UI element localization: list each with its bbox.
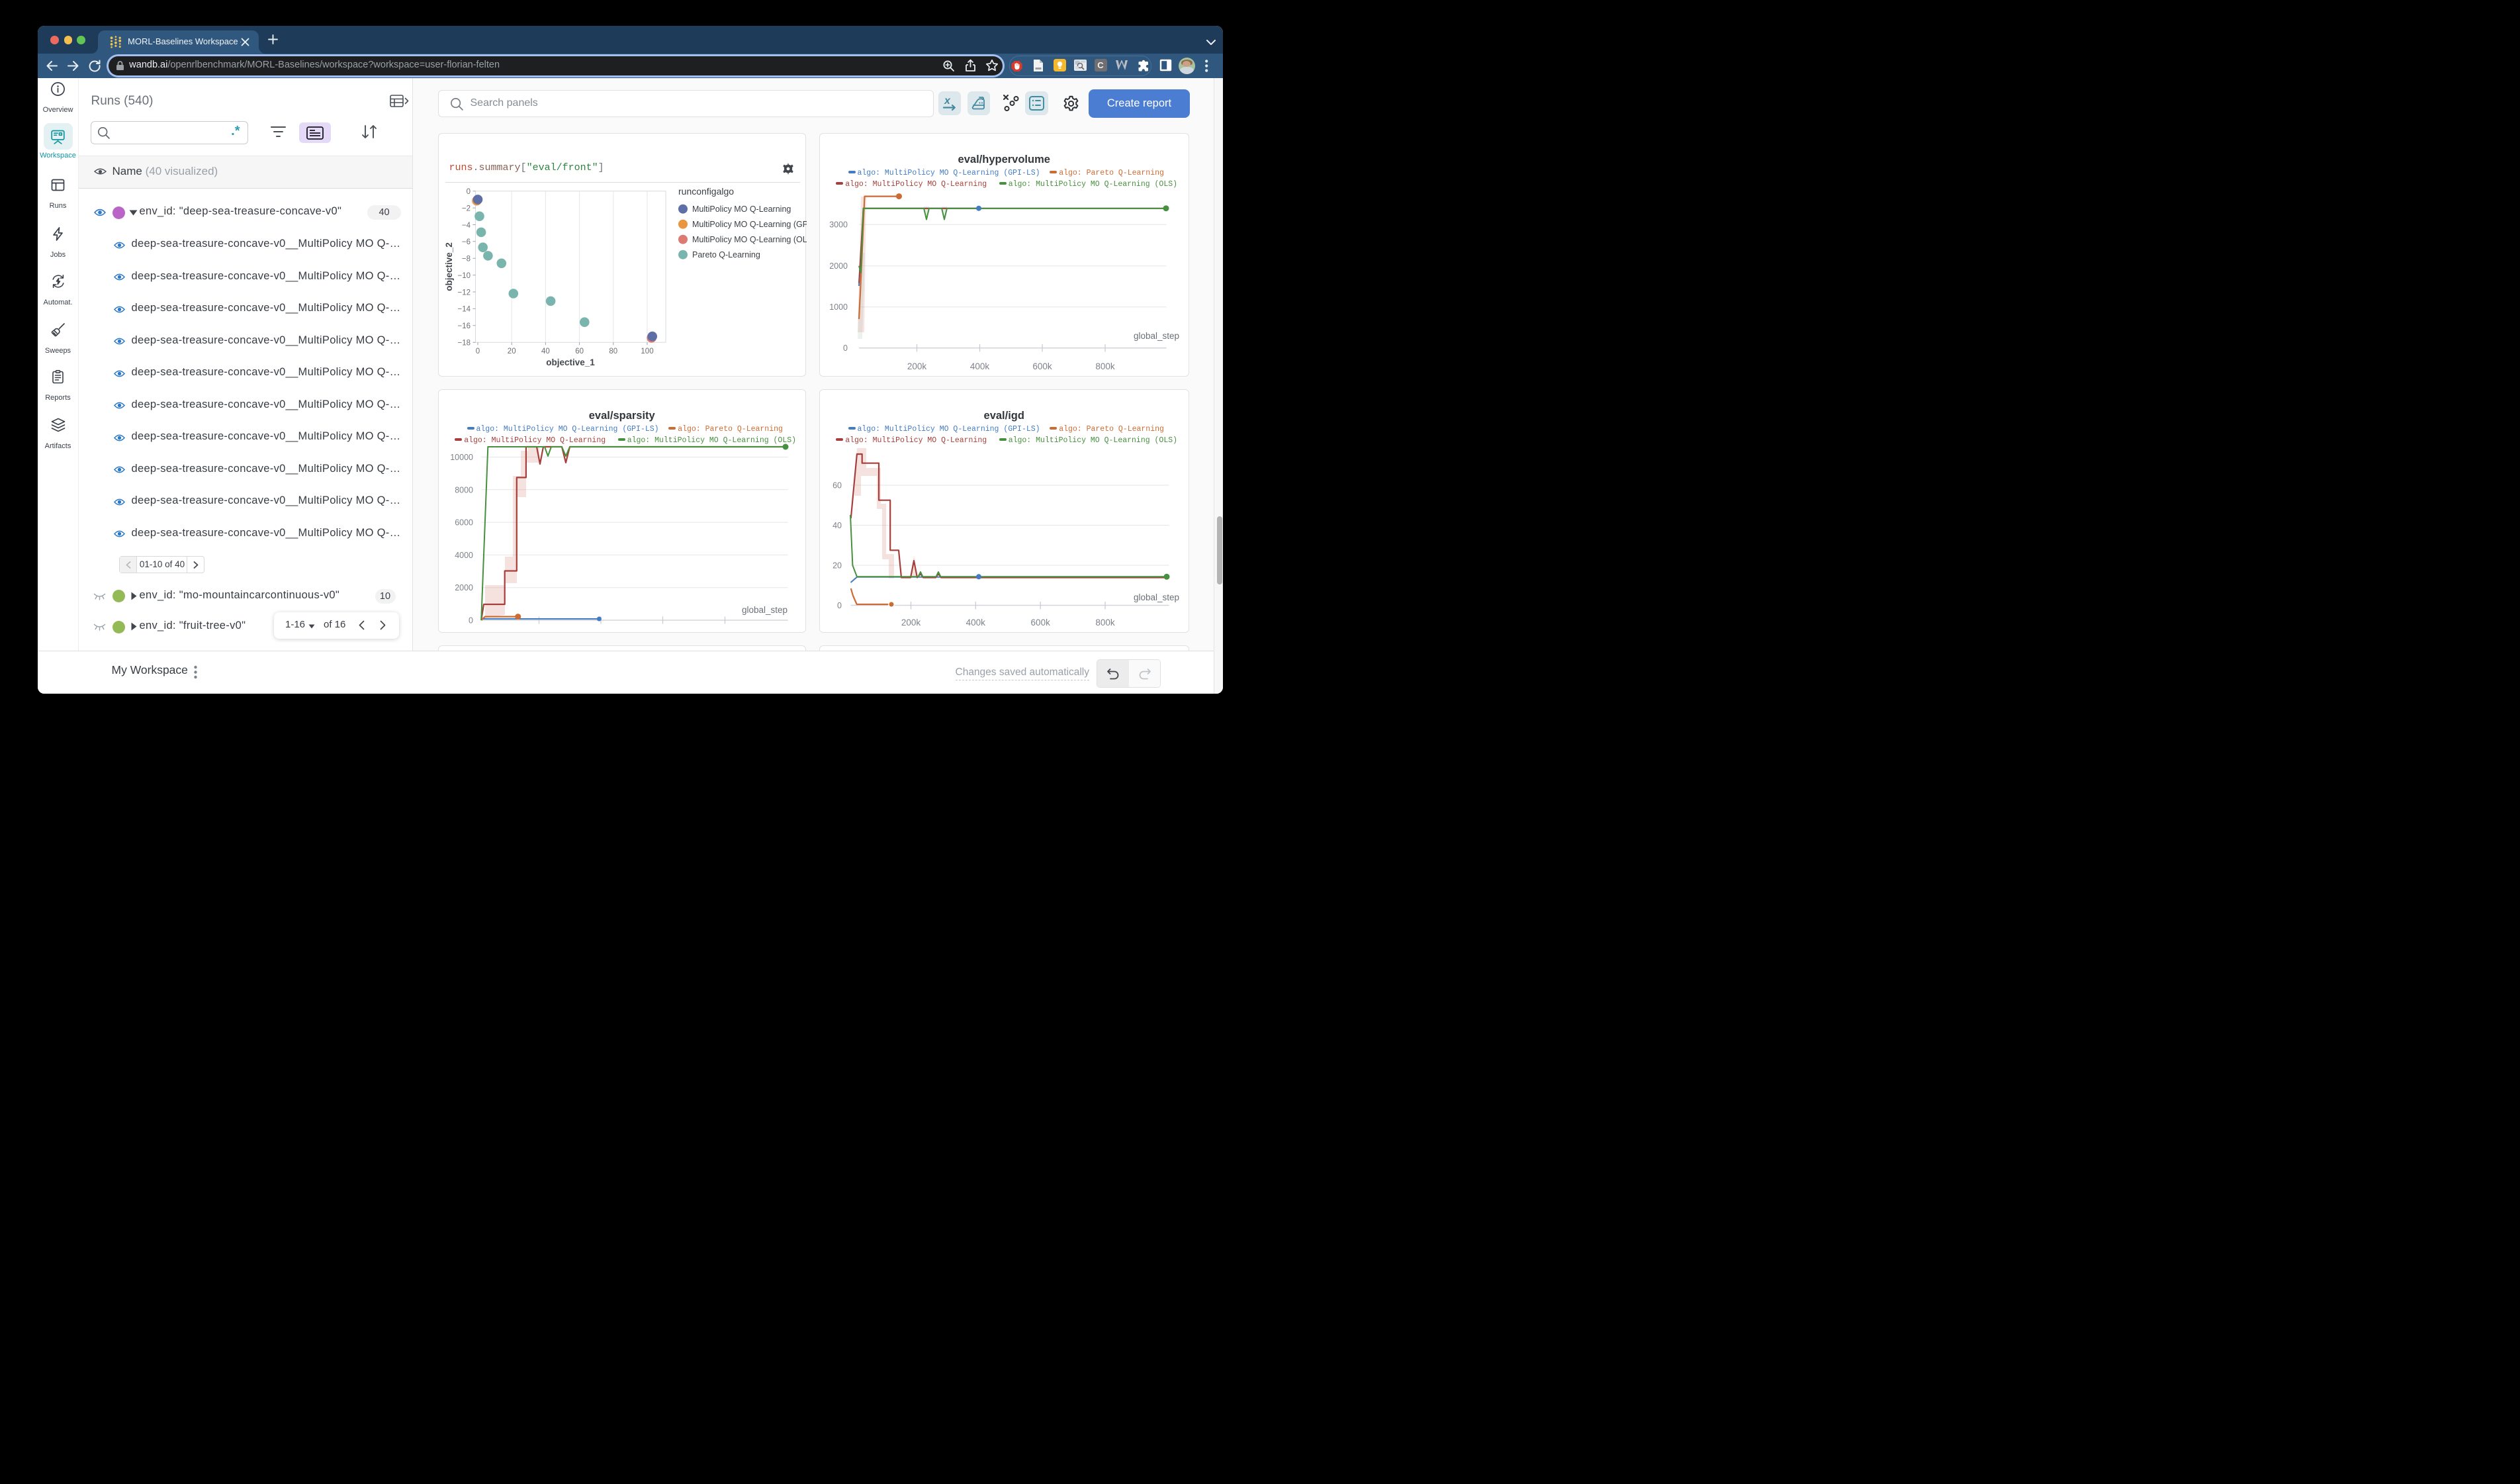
svg-text:200k: 200k — [907, 361, 926, 371]
svg-text:400k: 400k — [966, 618, 985, 627]
svg-text:10000: 10000 — [450, 453, 473, 462]
svg-text:400k: 400k — [969, 361, 989, 371]
svg-text:global_step: global_step — [1133, 331, 1179, 341]
svg-text:800k: 800k — [715, 632, 735, 633]
svg-text:0: 0 — [837, 601, 842, 610]
svg-text:40: 40 — [832, 521, 842, 530]
svg-text:60: 60 — [832, 481, 842, 490]
svg-text:MultiPolicy MO Q-Learning (OLS: MultiPolicy MO Q-Learning (OLS) — [692, 235, 807, 244]
svg-text:−16: −16 — [457, 322, 471, 330]
svg-text:0: 0 — [475, 348, 479, 355]
svg-text:−12: −12 — [457, 289, 471, 297]
svg-text:x: x — [944, 95, 951, 107]
svg-text:MultiPolicy MO Q-Learning: MultiPolicy MO Q-Learning — [692, 205, 791, 214]
svg-text:2000: 2000 — [455, 583, 473, 592]
svg-text:100: 100 — [641, 348, 653, 355]
svg-text:200k: 200k — [529, 632, 549, 633]
svg-text:800k: 800k — [1095, 361, 1115, 371]
svg-text:−10: −10 — [457, 271, 471, 279]
svg-text:400k: 400k — [591, 632, 611, 633]
svg-text:80: 80 — [609, 348, 617, 355]
svg-text:1000: 1000 — [829, 302, 848, 312]
svg-text:3000: 3000 — [829, 220, 848, 229]
svg-text:objective_2: objective_2 — [444, 242, 454, 291]
svg-text:600k: 600k — [652, 632, 672, 633]
svg-text:4000: 4000 — [455, 551, 473, 560]
svg-text:−4: −4 — [461, 221, 471, 229]
svg-text:6000: 6000 — [455, 518, 473, 527]
svg-text:800k: 800k — [1095, 618, 1115, 627]
svg-text:global_step: global_step — [1133, 592, 1179, 602]
svg-text:20: 20 — [832, 561, 842, 570]
svg-text:objective_1: objective_1 — [546, 357, 595, 367]
svg-text:600k: 600k — [1032, 361, 1052, 371]
svg-text:−6: −6 — [461, 238, 470, 246]
svg-text:20: 20 — [507, 348, 516, 355]
svg-text:−18: −18 — [457, 339, 471, 347]
svg-text:MultiPolicy MO Q-Learning (GPI: MultiPolicy MO Q-Learning (GPI-LS — [692, 220, 807, 229]
svg-text:0: 0 — [466, 188, 470, 196]
svg-text:−8: −8 — [461, 255, 470, 263]
svg-text:0: 0 — [843, 344, 848, 353]
svg-text:2000: 2000 — [829, 261, 848, 271]
svg-text:0: 0 — [469, 616, 473, 625]
svg-text:60: 60 — [575, 348, 584, 355]
svg-text:runconfigalgo: runconfigalgo — [678, 186, 734, 197]
svg-text:200k: 200k — [901, 618, 921, 627]
svg-text:−2: −2 — [461, 205, 470, 212]
svg-text:40: 40 — [541, 348, 550, 355]
svg-text:600k: 600k — [1030, 618, 1050, 627]
svg-text:8000: 8000 — [455, 485, 473, 494]
svg-text:Pareto Q-Learning: Pareto Q-Learning — [692, 250, 760, 259]
svg-text:global_step: global_step — [741, 605, 787, 615]
svg-text:−14: −14 — [457, 305, 471, 313]
